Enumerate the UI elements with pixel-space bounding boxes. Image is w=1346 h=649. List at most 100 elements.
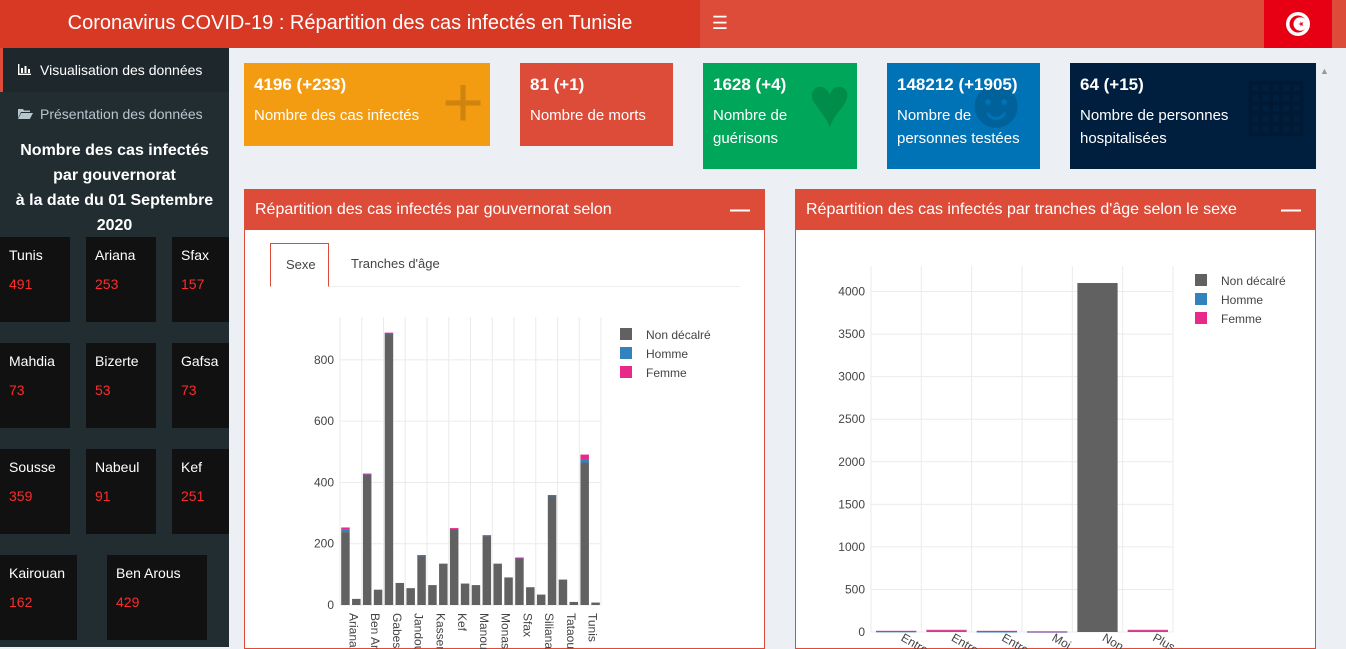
governorate-card: Ariana 253 [86,237,156,322]
y-tick-label: 600 [314,414,334,428]
folder-open-icon [18,106,40,122]
bar-segment [449,529,459,605]
legend-label: Non décalré [646,328,711,342]
stat-box: 4196 (+233) Nombre des cas infectés + [244,63,490,146]
stat-box: 81 (+1) Nombre de morts [520,63,673,146]
menu-icon: ☰ [711,13,729,33]
governorate-card: Mahdia 73 [0,343,70,428]
panel-title: Répartition des cas infectés par gouvern… [255,201,612,218]
bar-segment [580,462,589,605]
y-tick-label: 0 [858,625,865,639]
bar-segment [341,529,350,533]
x-tick-label: Entre… [899,630,941,649]
bar-segment [569,601,579,605]
bar-segment [580,454,589,460]
stat-box: 148212 (+1905) Nombre de personnes testée… [887,63,1040,169]
governorate-name: Nabeul [95,459,140,475]
bar-segment [926,629,967,631]
legend-swatch [1195,312,1207,324]
flag-button[interactable] [1264,0,1332,48]
sidebar-item-label: Présentation des données [40,106,203,122]
governorate-card: Kairouan 162 [0,555,77,640]
sidebar-toggle-button[interactable]: ☰ [700,0,740,48]
governorate-name: Gafsa [181,353,219,369]
collapse-button[interactable]: — [730,190,750,230]
x-tick-label: Entre… [949,630,991,649]
legend-swatch [620,328,632,340]
stat-value: 81 (+1) [530,75,585,94]
scroll-up-icon[interactable]: ▲ [1320,66,1329,76]
x-tick-label: Kef [455,613,469,632]
sidebar-item-visualisation[interactable]: Visualisation des données [0,48,229,92]
governorate-card: Nabeul 91 [86,449,156,534]
governorate-count: 251 [181,488,205,504]
bar-segment [1077,283,1118,632]
bar-segment [460,583,470,605]
governorate-card: Sousse 359 [0,449,70,534]
governorate-count: 73 [9,382,25,398]
bar-segment [558,579,568,605]
bar-segment [428,585,437,605]
bar-segment [1127,630,1168,632]
governorate-count: 162 [9,594,33,610]
app-title[interactable]: Coronavirus COVID-19 : Répartition des c… [0,0,700,48]
y-tick-label: 3500 [838,327,865,341]
y-tick-label: 2500 [838,412,865,426]
governorate-chart-panel: Répartition des cas infectés par gouvern… [244,189,765,649]
legend-swatch [620,366,632,378]
governorate-name: Kef [181,459,203,475]
stat-value: 1628 (+4) [713,75,787,94]
bar-segment [526,587,535,605]
sidebar-item-presentation[interactable]: Présentation des données [0,92,229,136]
x-tick-label: Non… [1100,630,1136,649]
y-tick-label: 200 [314,537,334,551]
y-tick-label: 800 [314,353,334,367]
age-group-bar-chart[interactable]: 0 500 1000 1500 2000 2500 3000 3500 4000 Entre… En… [796,230,1315,649]
stat-label: Nombre de morts [530,107,646,124]
stat-label: Nombre de personnes testées [897,107,1020,147]
governorate-card: Sfax 157 [172,237,229,322]
legend-label: Femme [646,366,687,380]
panel-title: Répartition des cas infectés par tranche… [806,201,1237,218]
legend-label: Homme [1221,293,1263,307]
stat-label: Nombre des cas infectés [254,107,420,124]
bar-segment [384,333,394,605]
stat-box: 1628 (+4) Nombre de guérisons ♥ [703,63,857,169]
governorate-card: Ben Arous 429 [107,555,207,640]
x-tick-label: Monas [499,613,513,649]
bar-segment [417,555,426,605]
y-tick-label: 0 [327,598,334,612]
bar-segment [406,588,415,605]
y-tick-label: 1000 [838,540,865,554]
bar-segment [504,577,513,605]
bar-segment [976,630,1017,632]
x-tick-label: Sfax [520,613,534,637]
governorate-count: 491 [9,276,33,292]
legend-swatch [1195,293,1207,305]
panel-header: Répartition des cas infectés par tranche… [796,190,1315,230]
stat-value: 4196 (+233) [254,75,347,94]
stat-value: 148212 (+1905) [897,75,1018,94]
x-tick-label: Gabes [390,613,404,648]
bar-segment [536,594,546,605]
governorate-name: Ben Arous [116,565,181,581]
x-tick-label: Ariana [346,613,360,648]
bar-segment [547,495,557,497]
x-tick-label: Kasser [433,613,447,649]
governorate-bar-chart[interactable]: 0 200 400 600 800 Ariana Ben Ar Gabes Jandou Kass… [245,230,764,649]
age-chart-panel: Répartition des cas infectés par tranche… [795,189,1316,649]
bar-segment [547,495,557,605]
x-tick-label: Plus… [1150,630,1188,649]
collapse-button[interactable]: — [1281,190,1301,230]
governorate-count: 73 [181,382,197,398]
bar-segment [926,630,967,632]
x-tick-label: Manou [477,613,491,649]
bar-segment [362,474,372,605]
legend-swatch [620,347,632,359]
top-header: Coronavirus COVID-19 : Répartition des c… [0,0,1346,48]
bar-segment [449,528,459,530]
governorate-name: Sousse [9,459,56,475]
governorate-name: Mahdia [9,353,55,369]
x-tick-label: Ben Ar [368,613,382,649]
sidebar: Visualisation des données Présentation d… [0,48,229,647]
